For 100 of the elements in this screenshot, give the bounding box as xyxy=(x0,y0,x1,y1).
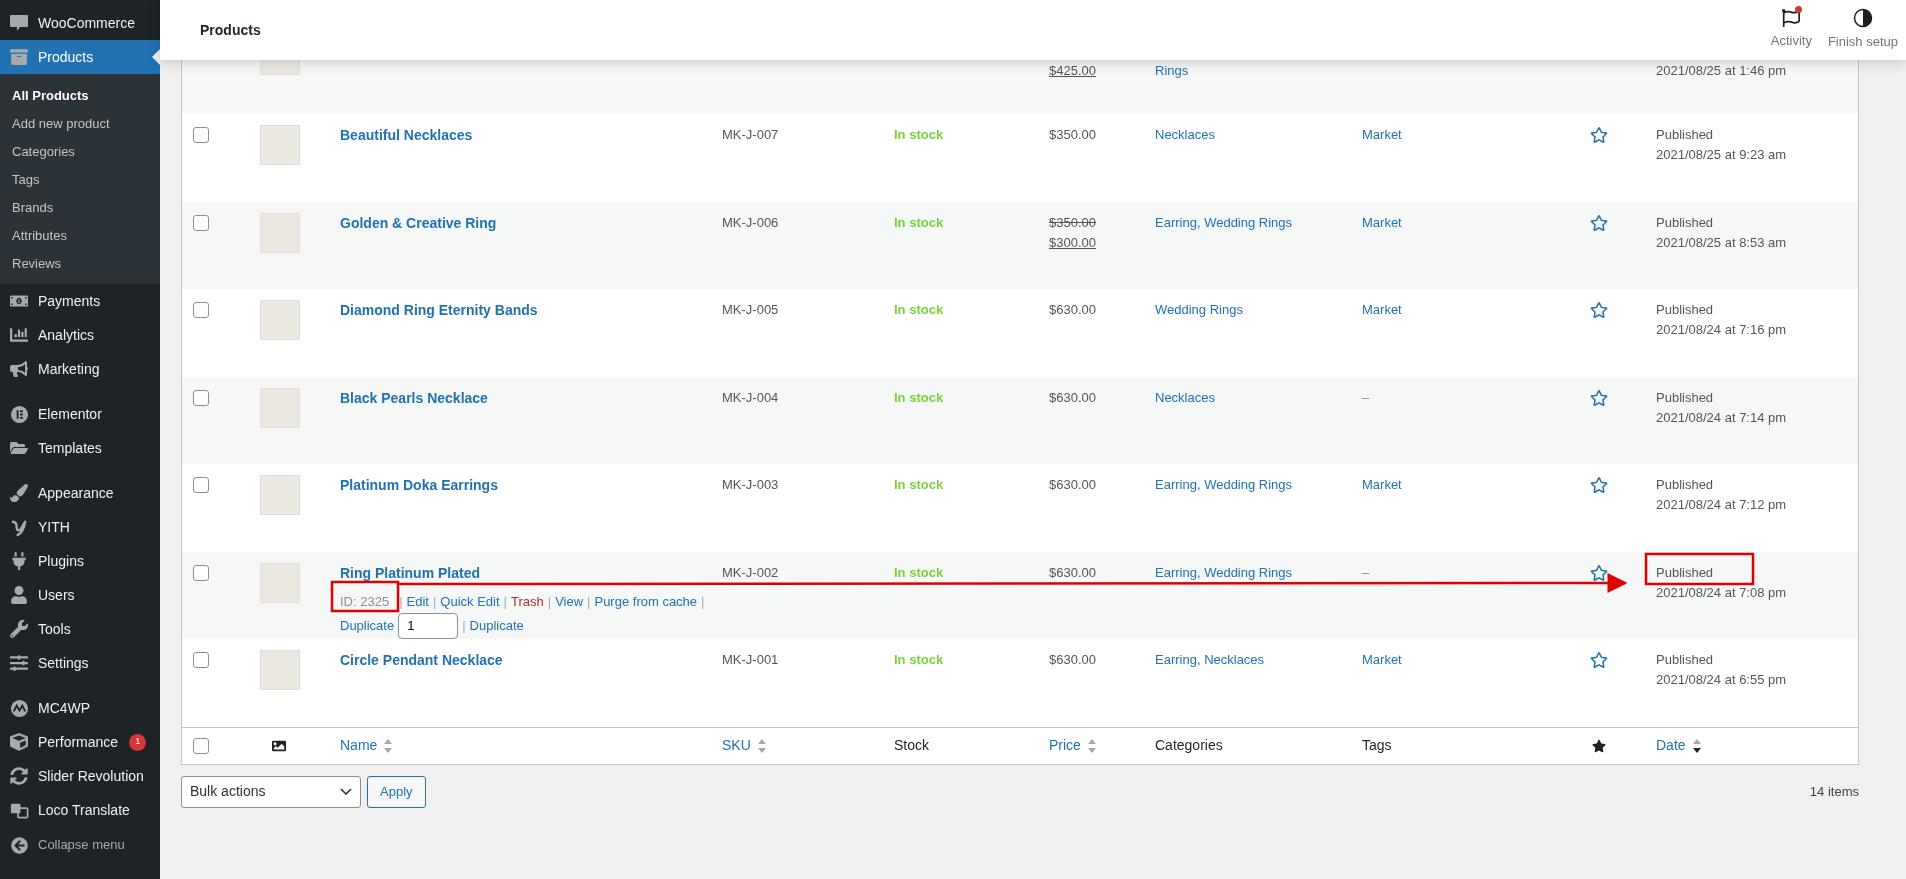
submenu-item[interactable]: Attributes xyxy=(0,222,160,250)
bubble-logo-icon xyxy=(9,14,29,32)
checkbox[interactable] xyxy=(193,389,209,406)
submenu-item[interactable]: Categories xyxy=(0,138,160,166)
category-links[interactable]: Necklaces xyxy=(1155,127,1215,142)
sidebar-item[interactable]: Plugins xyxy=(0,544,160,578)
tag-link[interactable]: Market xyxy=(1362,214,1402,230)
plug-icon xyxy=(10,552,28,570)
photo-placeholder xyxy=(260,212,300,253)
submenu-item[interactable]: Reviews xyxy=(0,250,160,278)
column-header-link[interactable]: SKU xyxy=(722,735,767,756)
column-header: Stock xyxy=(894,736,929,755)
stock-status: In stock xyxy=(894,389,944,405)
row-action-link[interactable]: Purge from cache xyxy=(594,591,698,612)
half-circle-icon xyxy=(1852,8,1873,29)
sidebar-item[interactable]: Appearance xyxy=(0,476,160,510)
apply-button[interactable]: Apply xyxy=(367,775,426,808)
tag-link[interactable]: Market xyxy=(1362,302,1402,317)
price-text: $630.00 xyxy=(1049,651,1096,669)
star-outline-icon[interactable] xyxy=(1590,563,1608,582)
column-header-link[interactable]: Date xyxy=(1656,735,1702,756)
category-links[interactable]: Earring, Wedding Rings xyxy=(1155,564,1293,580)
status-text: Published xyxy=(1656,126,1714,144)
column-header-link[interactable]: Price xyxy=(1049,735,1097,756)
star-outline-icon[interactable] xyxy=(1590,213,1608,232)
sidebar-item[interactable]: Payments xyxy=(0,284,160,318)
header-action[interactable]: Finish setup xyxy=(1819,0,1906,60)
product-name-link[interactable]: Golden & Creative Ring xyxy=(340,214,497,231)
tag-link[interactable]: Market xyxy=(1362,652,1402,667)
sidebar-item[interactable]: Performance 1 xyxy=(0,725,160,759)
sku-text: MK-J-006 xyxy=(722,214,779,230)
header-action[interactable]: Activity xyxy=(1762,0,1820,60)
sidebar-item[interactable]: Settings xyxy=(0,646,160,680)
star-outline-icon[interactable] xyxy=(1590,388,1608,407)
row-action-link[interactable]: Duplicate xyxy=(340,615,395,636)
trash-link[interactable]: Trash xyxy=(511,591,544,612)
stock-status: In stock xyxy=(894,564,944,580)
tag-link[interactable]: Market xyxy=(1362,127,1402,142)
sidebar-item[interactable]: Products xyxy=(0,40,160,74)
checkbox[interactable] xyxy=(193,214,209,231)
quantity-field[interactable]: 1 xyxy=(398,612,459,639)
sidebar-item[interactable]: Loco Translate xyxy=(0,793,160,827)
star-outline-icon[interactable] xyxy=(1590,651,1608,669)
price-text: $350.00 xyxy=(1049,126,1096,144)
product-name-link[interactable]: Black Pearls Necklace xyxy=(340,389,488,406)
category-links[interactable]: Wedding Rings xyxy=(1155,302,1243,317)
price-text: $630.00 xyxy=(1049,563,1096,582)
product-name-link[interactable]: Circle Pendant Necklace xyxy=(340,652,503,668)
star-outline-icon[interactable] xyxy=(1590,301,1608,319)
bar-chart-icon xyxy=(10,326,28,344)
star-icon xyxy=(1592,738,1606,753)
category-links[interactable]: Earring, Wedding Rings xyxy=(1155,214,1293,230)
megaphone-icon xyxy=(10,360,28,378)
submenu-item[interactable]: All Products xyxy=(0,82,160,110)
tag-link[interactable]: Market xyxy=(1362,477,1402,492)
date-text: 2021/08/25 at 1:46 pm xyxy=(1656,62,1787,80)
category-links[interactable]: Rings xyxy=(1155,63,1189,78)
sidebar-item[interactable]: MC4WP xyxy=(0,691,160,725)
stock-status: In stock xyxy=(894,652,944,667)
column-header-link[interactable]: Name xyxy=(340,735,394,756)
sidebar-item[interactable]: WooCommerce xyxy=(0,6,160,40)
bulk-actions-select[interactable]: Bulk actions xyxy=(181,775,361,808)
row-action-link[interactable]: Quick Edit xyxy=(440,591,500,612)
category-links[interactable]: Necklaces xyxy=(1155,389,1215,405)
date-text: 2021/08/25 at 8:53 am xyxy=(1656,233,1787,252)
category-links[interactable]: Earring, Wedding Rings xyxy=(1155,477,1293,492)
sidebar-item[interactable]: Users xyxy=(0,578,160,612)
product-name-link[interactable]: Platinum Doka Earrings xyxy=(340,477,498,493)
product-name-link[interactable]: Diamond Ring Eternity Bands xyxy=(340,302,538,318)
category-links[interactable]: Earring, Necklaces xyxy=(1155,652,1265,667)
collapse-menu-button[interactable]: Collapse menu xyxy=(0,828,160,862)
date-text: 2021/08/24 at 6:55 pm xyxy=(1656,671,1787,689)
sidebar-item[interactable]: Slider Revolution xyxy=(0,759,160,793)
stock-status: In stock xyxy=(894,302,944,317)
product-name-link[interactable]: Ring Platinum Plated xyxy=(340,564,480,581)
status-text: Published xyxy=(1656,563,1714,582)
star-outline-icon[interactable] xyxy=(1590,476,1608,494)
checkbox[interactable] xyxy=(193,652,209,668)
image-icon xyxy=(272,738,286,753)
row-action-link[interactable]: View xyxy=(555,591,584,612)
checkbox[interactable] xyxy=(193,127,209,143)
submenu-item[interactable]: Brands xyxy=(0,194,160,222)
sidebar-item[interactable]: Tools xyxy=(0,612,160,646)
sidebar-item[interactable]: Elementor xyxy=(0,397,160,431)
submenu-item[interactable]: Tags xyxy=(0,166,160,194)
checkbox[interactable] xyxy=(193,302,209,318)
sidebar-item[interactable]: Analytics xyxy=(0,318,160,352)
star-outline-icon[interactable] xyxy=(1590,126,1608,144)
submenu-item[interactable]: Add new product xyxy=(0,110,160,138)
sidebar-item[interactable]: Templates xyxy=(0,431,160,465)
checkbox[interactable] xyxy=(193,564,209,581)
stock-status: In stock xyxy=(894,127,944,142)
sidebar-item[interactable]: YITH xyxy=(0,510,160,544)
row-action-link[interactable]: Edit xyxy=(406,591,429,612)
sidebar-item[interactable]: Marketing xyxy=(0,352,160,386)
row-action-link[interactable]: Duplicate xyxy=(469,615,524,636)
checkbox[interactable] xyxy=(193,477,209,493)
checkbox[interactable] xyxy=(193,737,209,754)
product-name-link[interactable]: Beautiful Necklaces xyxy=(340,127,473,143)
circle-logo-icon xyxy=(9,698,29,718)
